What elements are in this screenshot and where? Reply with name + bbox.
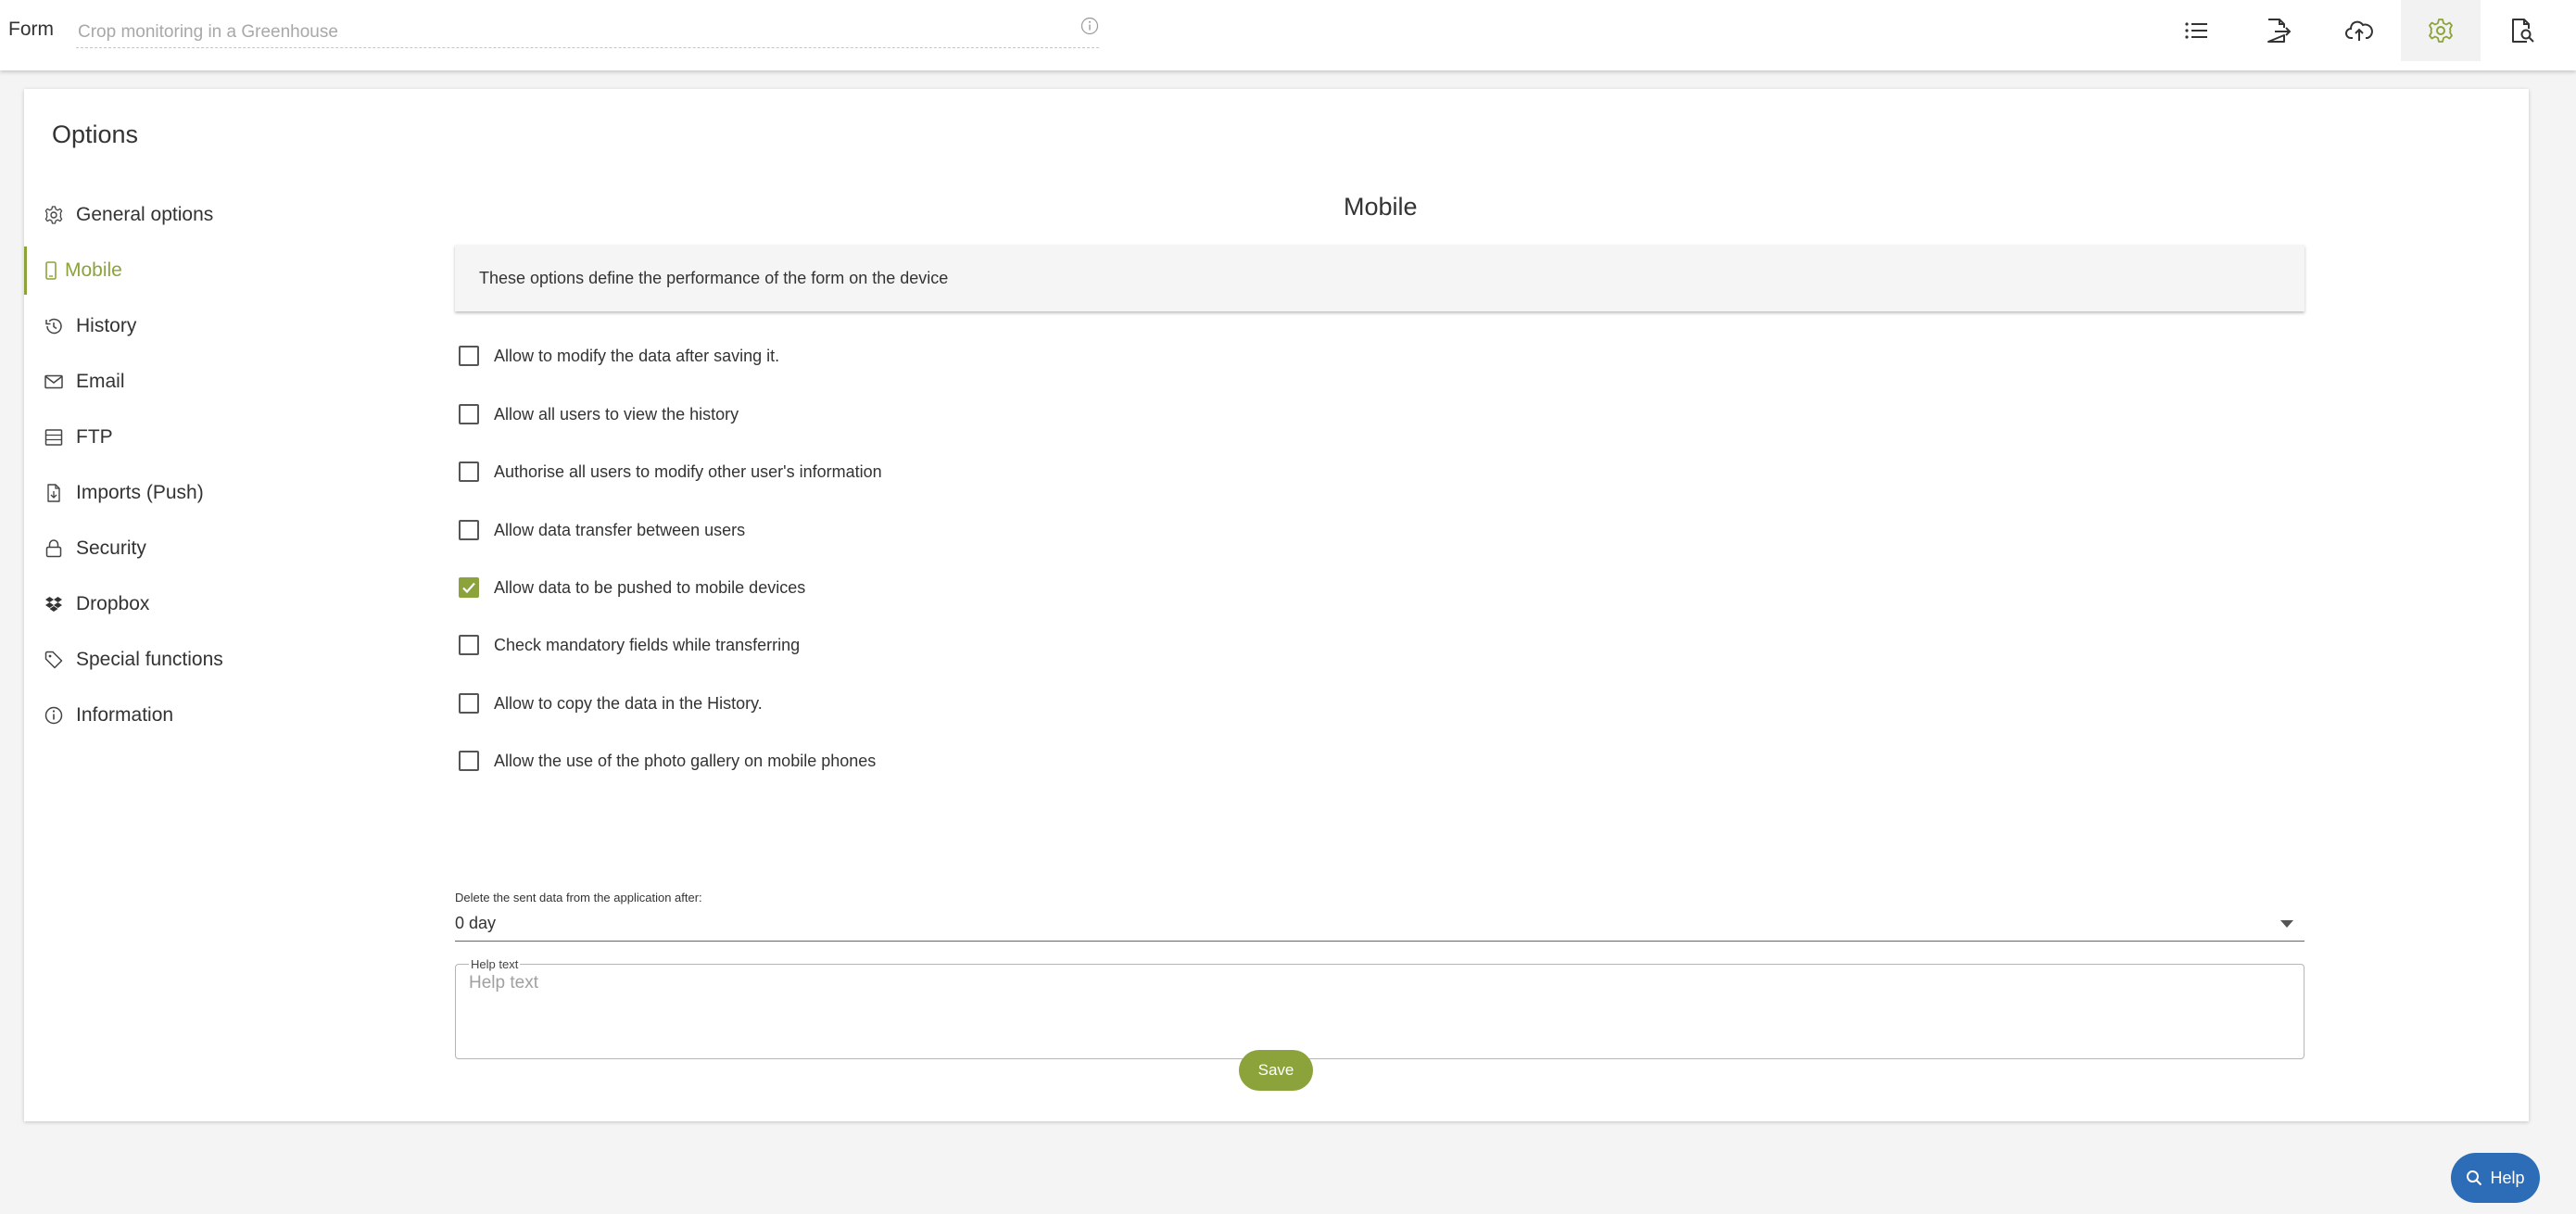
sidebar-item-history[interactable]: History [24,302,358,350]
select-value: 0 day [455,914,497,932]
option-label: Authorise all users to modify other user… [494,462,882,481]
option-check-mandatory[interactable]: Check mandatory fields while transferrin… [459,631,800,659]
list-icon [2185,22,2207,39]
sidebar-item-label: General options [76,204,214,225]
sidebar-item-label: FTP [76,426,113,448]
option-modify-after-saving[interactable]: Allow to modify the data after saving it… [459,342,779,370]
save-button[interactable]: Save [1239,1050,1313,1091]
option-label: Allow data transfer between users [494,520,746,539]
sidebar-item-label: Special functions [76,649,223,670]
gear-icon [43,204,65,226]
option-copy-history[interactable]: Allow to copy the data in the History. [459,689,763,717]
option-view-history[interactable]: Allow all users to view the history [459,400,739,428]
checkbox[interactable] [459,635,479,655]
list-button[interactable] [2156,0,2236,61]
option-label: Allow to modify the data after saving it… [494,346,780,365]
history-icon [43,315,65,337]
form-label: Form [8,19,54,40]
checkbox[interactable] [459,462,479,482]
info-icon[interactable] [1080,17,1099,35]
form-title-input[interactable] [76,17,1099,48]
sidebar-item-label: Imports (Push) [76,482,204,503]
sidebar-item-label: Dropbox [76,593,150,614]
top-bar: Form [0,0,2576,70]
sidebar-item-email[interactable]: Email [24,358,358,406]
sidebar-item-imports-push[interactable]: Imports (Push) [24,469,358,517]
cloud-upload-icon [2345,20,2373,41]
info-icon [43,704,65,727]
sidebar-item-label: Mobile [65,259,122,281]
delete-after-select[interactable]: 0 day [455,908,2305,942]
option-label: Check mandatory fields while transferrin… [494,635,801,654]
sidebar-item-mobile[interactable]: Mobile [24,247,358,295]
tag-icon [43,649,65,671]
export-icon [2267,19,2292,43]
options-card: Options General options Mobile History E… [24,89,2529,1121]
options-title: Options [52,120,139,148]
gear-icon [2429,19,2453,43]
dropbox-icon [43,593,65,615]
checkbox[interactable] [459,520,479,540]
checkbox[interactable] [459,693,479,714]
option-label: Allow all users to view the history [494,404,739,424]
search-icon [2467,1170,2482,1186]
option-data-transfer[interactable]: Allow data transfer between users [459,516,745,544]
sidebar-item-label: Information [76,704,174,726]
sidebar-item-label: Security [76,537,146,559]
checkbox-checked[interactable] [459,577,479,598]
sidebar-item-label: Email [76,371,125,392]
sidebar-item-information[interactable]: Information [24,691,358,740]
sidebar-item-security[interactable]: Security [24,525,358,573]
option-modify-other-users[interactable]: Authorise all users to modify other user… [459,458,882,486]
lock-icon [43,537,65,560]
description-box: These options define the performance of … [455,245,2305,311]
preview-button[interactable] [2482,0,2562,61]
description-text: These options define the performance of … [479,268,949,287]
checkbox[interactable] [459,346,479,366]
option-label: Allow data to be pushed to mobile device… [494,577,806,597]
section-title-text: Mobile [1344,193,1418,221]
help-button-label: Help [2490,1168,2525,1187]
help-button[interactable]: Help [2451,1153,2540,1203]
sidebar-item-dropbox[interactable]: Dropbox [24,580,358,628]
dropdown-arrow-icon [2280,920,2293,928]
upload-button[interactable] [2319,0,2399,61]
delete-after-label: Delete the sent data from the applicatio… [455,891,702,904]
file-import-icon [43,482,65,504]
help-text-input[interactable] [469,973,2291,1051]
export-button[interactable] [2238,0,2317,61]
sidebar-item-label: History [76,315,137,336]
sidebar-item-special-functions[interactable]: Special functions [24,636,358,684]
checkbox[interactable] [459,404,479,424]
checkmark-icon [462,582,475,594]
option-photo-gallery[interactable]: Allow the use of the photo gallery on mo… [459,747,876,775]
option-push-to-mobile[interactable]: Allow data to be pushed to mobile device… [459,574,805,601]
option-label: Allow to copy the data in the History. [494,693,763,713]
sidebar-item-general-options[interactable]: General options [24,191,358,239]
server-icon [43,426,65,449]
mobile-icon [43,259,59,282]
document-search-icon [2512,19,2534,43]
help-text-field: Help text [455,957,2305,1059]
checkbox[interactable] [459,751,479,771]
option-label: Allow the use of the photo gallery on mo… [494,751,877,770]
settings-button[interactable] [2401,0,2481,61]
envelope-icon [43,371,65,393]
help-text-legend: Help text [471,957,519,971]
sidebar-item-ftp[interactable]: FTP [24,413,358,462]
